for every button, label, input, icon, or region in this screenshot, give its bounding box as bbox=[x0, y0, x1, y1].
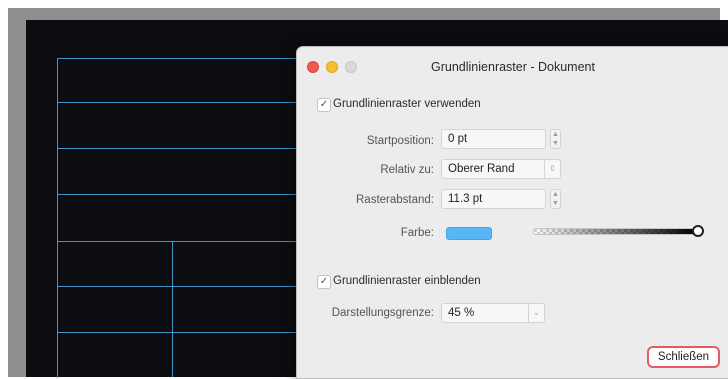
color-label: Farbe: bbox=[400, 227, 434, 239]
grid-column-line bbox=[172, 242, 173, 377]
display-limit-label: Darstellungsgrenze: bbox=[331, 307, 434, 319]
grid-spacing-label: Rasterabstand: bbox=[356, 194, 434, 206]
opacity-slider-knob[interactable] bbox=[692, 225, 704, 237]
relative-to-label: Relativ zu: bbox=[380, 164, 434, 176]
relative-to-select[interactable]: Oberer Rand ⇳ bbox=[441, 159, 561, 179]
color-swatch[interactable] bbox=[446, 227, 492, 240]
relative-to-value: Oberer Rand bbox=[448, 163, 515, 175]
start-position-label: Startposition: bbox=[366, 135, 434, 147]
use-grid-label: Grundlinienraster verwenden bbox=[333, 98, 481, 110]
grid-spacing-stepper[interactable]: ▲ ▼ bbox=[550, 189, 561, 209]
show-grid-checkbox[interactable]: ✓ bbox=[317, 275, 331, 289]
chevron-down-icon: ⌄ bbox=[528, 303, 544, 323]
checkmark-icon: ✓ bbox=[319, 99, 329, 110]
stepper-up-icon[interactable]: ▲ bbox=[551, 190, 560, 199]
updown-chevron-icon: ⇳ bbox=[544, 159, 560, 179]
baseline-grid-dialog: Grundlinienraster - Dokument ✓ Grundlini… bbox=[296, 46, 728, 379]
display-limit-value: 45 % bbox=[448, 307, 475, 319]
opacity-slider[interactable] bbox=[533, 228, 697, 235]
show-grid-label: Grundlinienraster einblenden bbox=[333, 275, 481, 287]
dialog-titlebar: Grundlinienraster - Dokument bbox=[297, 47, 728, 85]
close-button[interactable]: Schließen bbox=[647, 346, 720, 368]
stepper-down-icon[interactable]: ▼ bbox=[551, 139, 560, 148]
start-position-stepper[interactable]: ▲ ▼ bbox=[550, 129, 561, 149]
dialog-title: Grundlinienraster - Dokument bbox=[431, 60, 595, 74]
grid-spacing-field[interactable] bbox=[441, 189, 546, 209]
checkmark-icon: ✓ bbox=[319, 276, 329, 287]
display-limit-select[interactable]: 45 % ⌄ bbox=[441, 303, 545, 323]
start-position-field[interactable] bbox=[441, 129, 546, 149]
stepper-up-icon[interactable]: ▲ bbox=[551, 130, 560, 139]
stepper-down-icon[interactable]: ▼ bbox=[551, 199, 560, 208]
use-grid-checkbox[interactable]: ✓ bbox=[317, 98, 331, 112]
